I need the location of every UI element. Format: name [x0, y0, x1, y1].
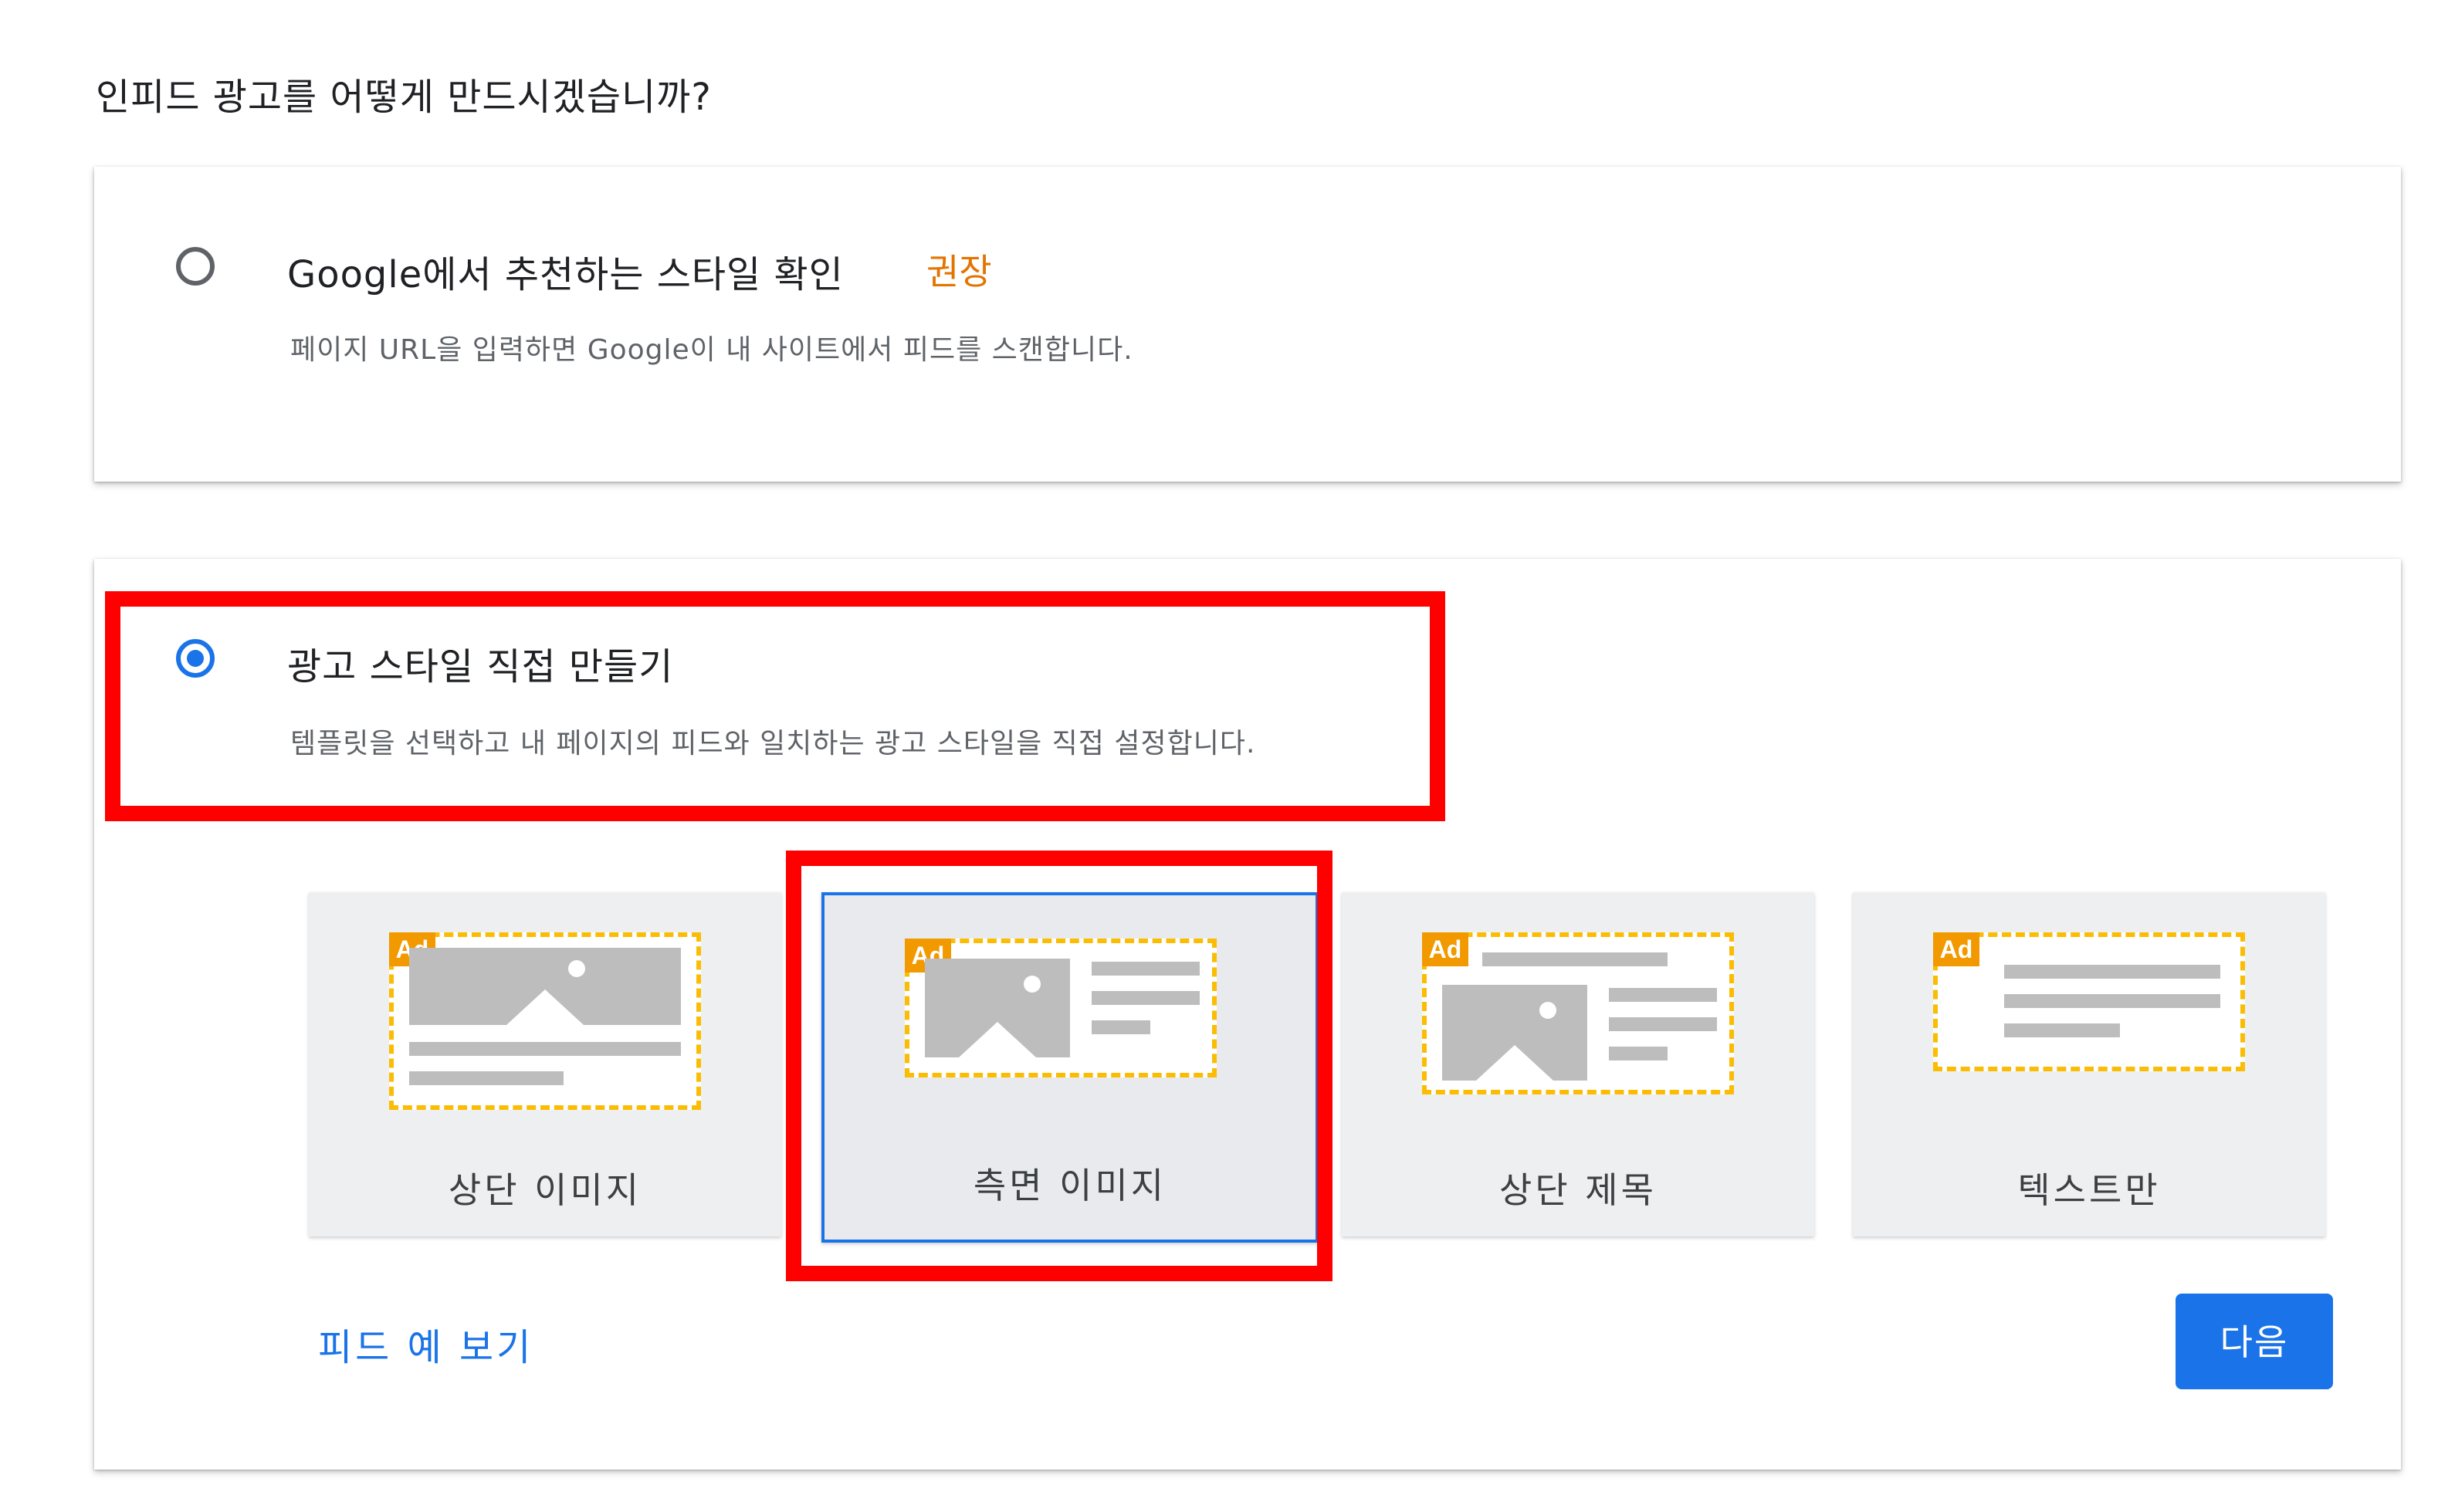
text-only-layout-icon: Ad	[1933, 932, 2245, 1071]
template-label: 상단 제목	[1499, 1169, 1657, 1211]
template-label: 상단 이미지	[448, 1169, 642, 1211]
highlight-side-image-template	[786, 851, 1332, 1281]
ad-badge: Ad	[1422, 932, 1468, 966]
template-text-only[interactable]: Ad 텍스트만	[1853, 892, 2325, 1236]
recommended-badge: 권장	[926, 251, 992, 293]
option-card-recommended[interactable]: Google에서 추천하는 스타일 확인 권장 페이지 URL을 입력하면 Go…	[94, 167, 2401, 482]
feed-example-link[interactable]: 피드 예 보기	[318, 1317, 533, 1371]
next-button[interactable]: 다음	[2176, 1294, 2333, 1389]
radio-recommended[interactable]	[176, 247, 215, 286]
top-image-layout-icon: Ad	[389, 932, 701, 1110]
option-description-recommended: 페이지 URL을 입력하면 Google이 내 사이트에서 피드를 스캔합니다.	[290, 334, 1133, 366]
highlight-custom-option	[105, 591, 1445, 821]
template-top-title[interactable]: Ad 상단 제목	[1342, 892, 1814, 1236]
option-title-recommended: Google에서 추천하는 스타일 확인	[287, 253, 844, 296]
page-question: 인피드 광고를 어떻게 만드시겠습니까?	[96, 76, 712, 119]
template-label: 텍스트만	[2017, 1169, 2161, 1211]
template-top-image[interactable]: Ad 상단 이미지	[309, 892, 781, 1236]
top-title-layout-icon: Ad	[1422, 932, 1734, 1094]
ad-badge: Ad	[1933, 932, 1979, 966]
